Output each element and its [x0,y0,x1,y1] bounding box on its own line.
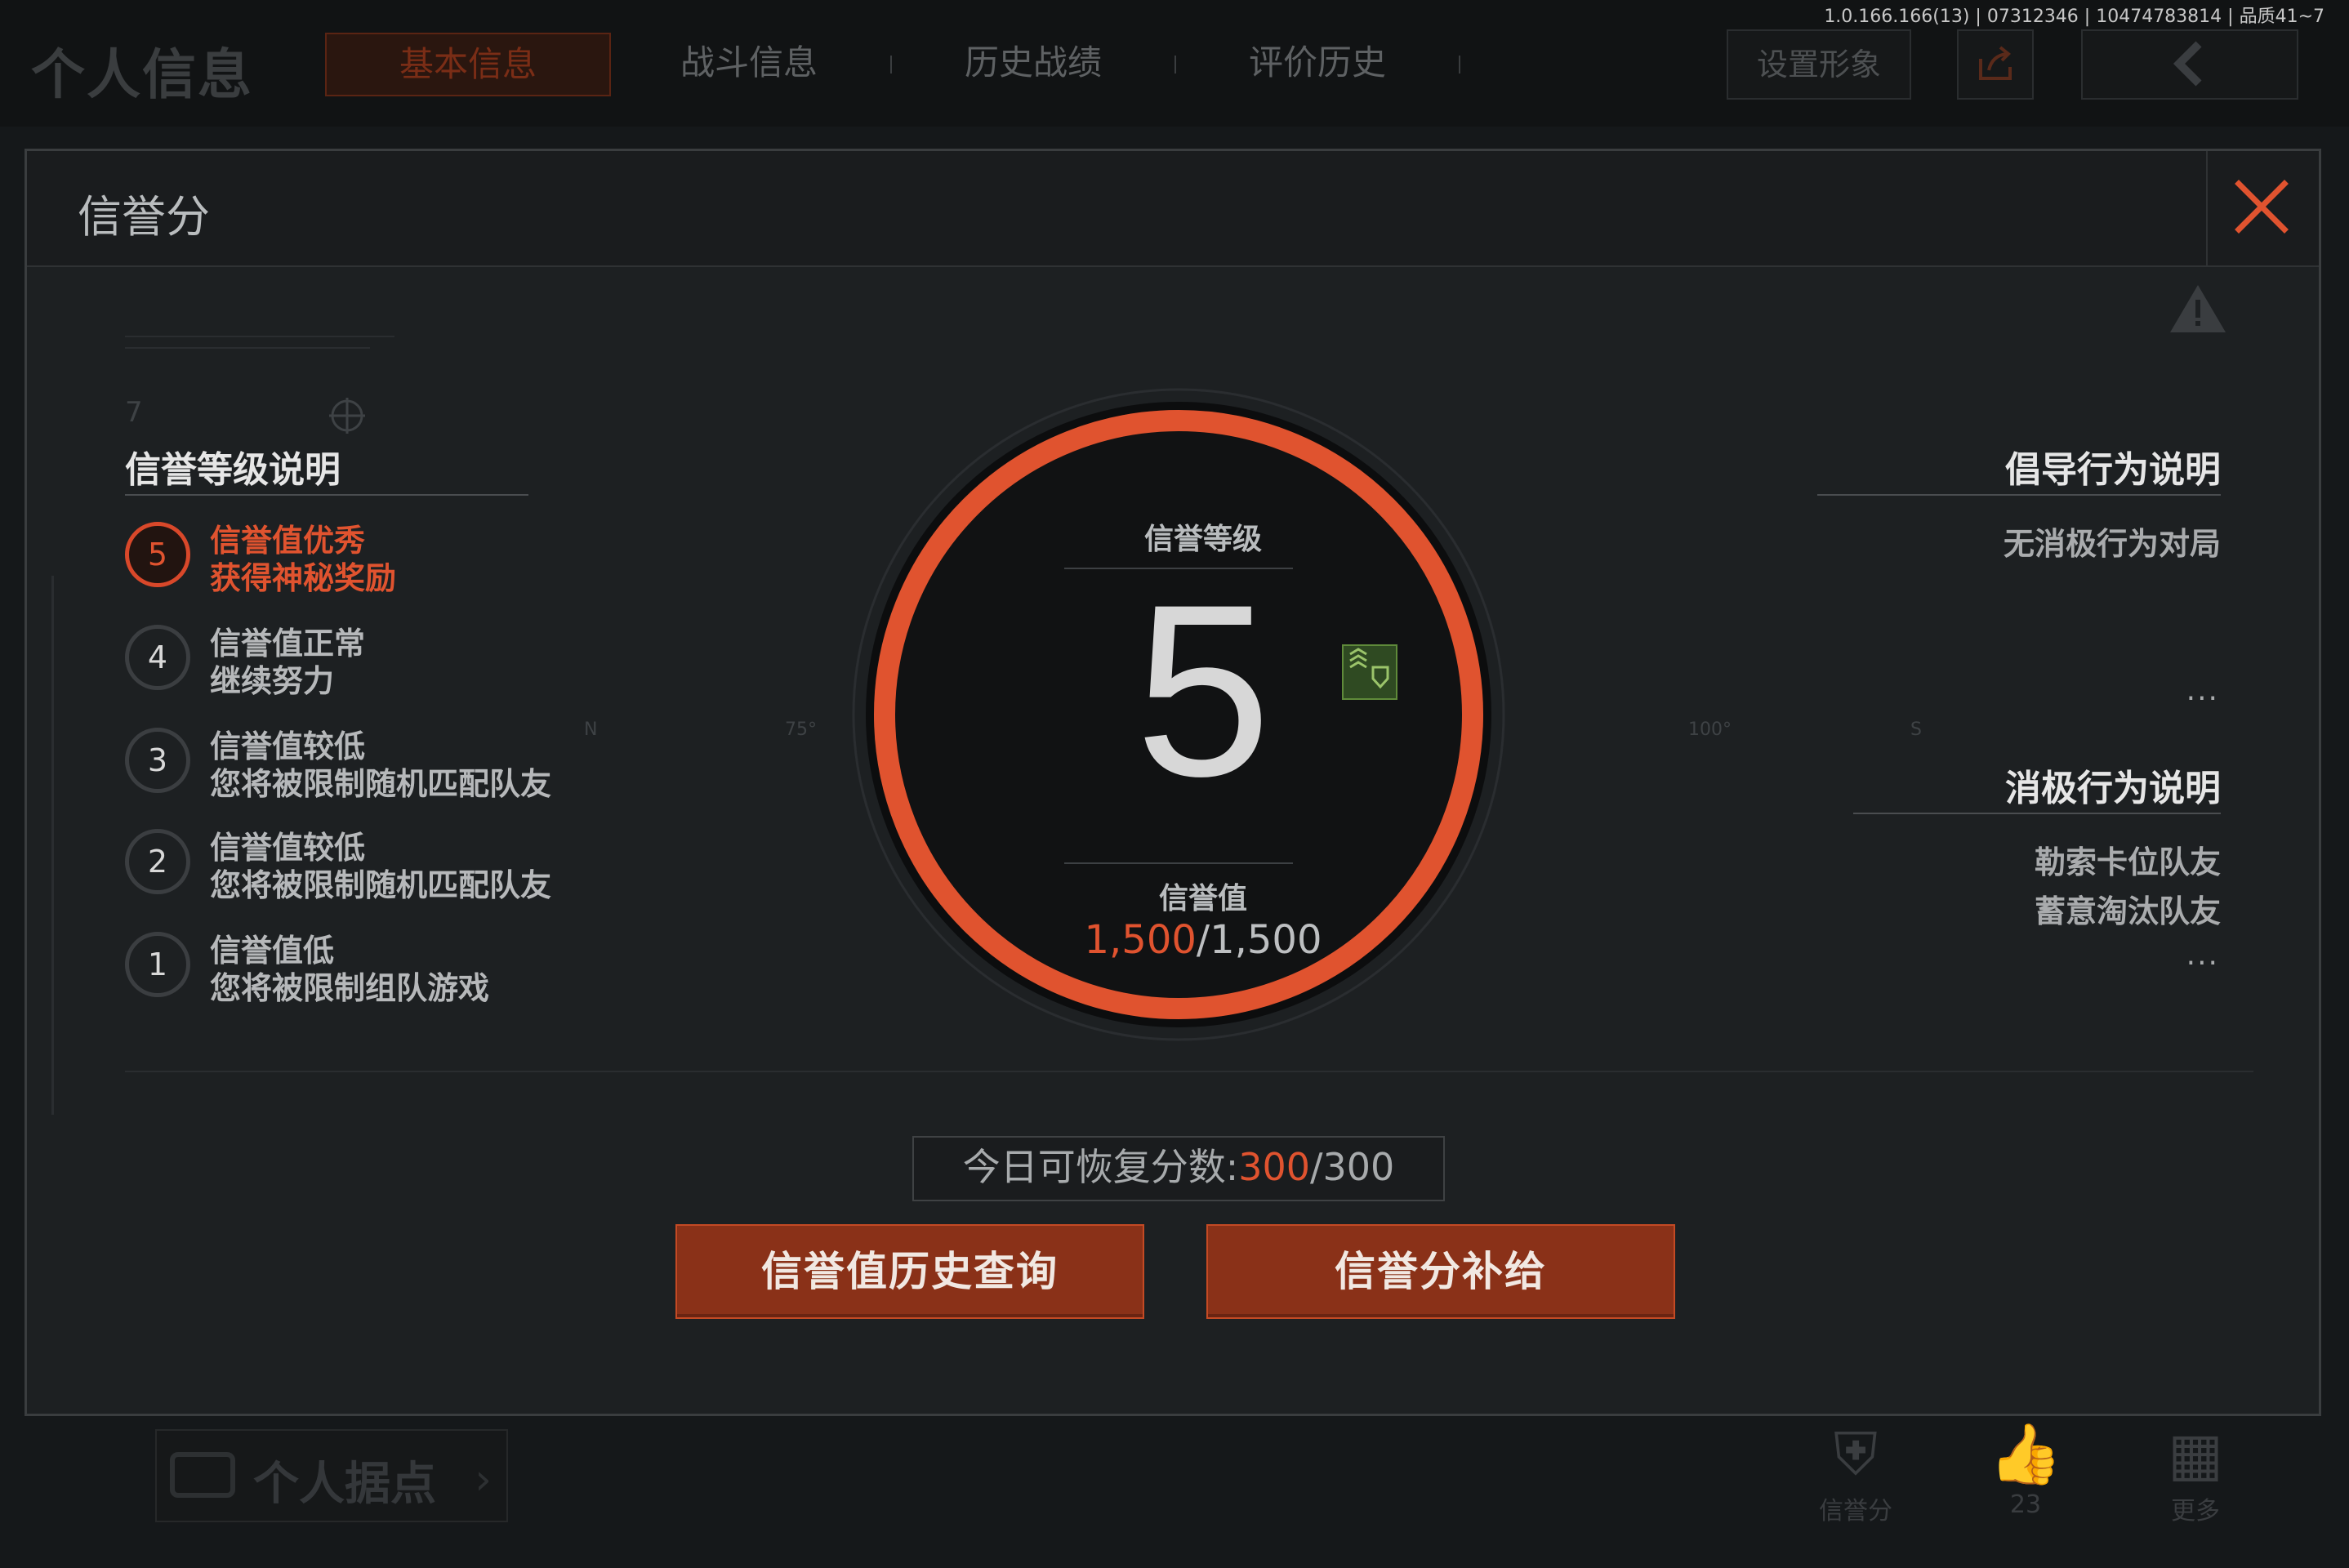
nav-reputation-label: 信誉分 [1819,1497,1892,1526]
share-button[interactable] [1957,29,2034,100]
today-max: /300 [1310,1145,1395,1189]
value-max: /1,500 [1196,917,1322,963]
tab-history-record[interactable]: 历史战绩 [892,33,1174,93]
value-label: 信誉值 [1158,882,1247,915]
today-current: 300 [1238,1145,1310,1189]
shield-star-icon: ⛨ [1833,1419,1878,1488]
nav-more[interactable]: ▦ 更多 [2138,1417,2253,1526]
tab-review-history[interactable]: 评价历史 [1176,33,1459,93]
today-label: 今日可恢复分数: [962,1145,1239,1189]
nav-reputation[interactable]: ⛨ 信誉分 [1799,1417,1913,1526]
reputation-supplement-button[interactable]: 信誉分补给 [1206,1224,1675,1319]
rank-badge-icon [1342,644,1397,700]
grid-more-icon: ▦ [2167,1419,2224,1488]
base-icon [170,1452,235,1498]
history-query-button[interactable]: 信誉值历史查询 [675,1224,1144,1319]
tab-divider [1459,56,1460,74]
personal-base-label: 个人据点 [253,1458,436,1511]
nav-more-label: 更多 [2171,1497,2220,1526]
nav-likes-count: 23 [2009,1490,2042,1519]
level-label: 信誉等级 [1143,523,1262,556]
personal-base-button[interactable]: 个人据点 › [155,1429,508,1522]
version-text: 1.0.166.166(13) | 07312346 | 10474783814… [1824,7,2324,27]
nav-likes[interactable]: 👍 23 [1968,1417,2083,1519]
share-icon [1979,46,2012,80]
tab-basic-info[interactable]: 基本信息 [325,33,611,96]
chevron-left-icon [2173,41,2202,87]
thumbs-up-icon: 👍 [1989,1419,2062,1488]
rank-chevron-icon [1349,648,1389,689]
page-title: 个人信息 [31,43,253,106]
value-current: 1,500 [1084,917,1197,963]
tab-battle-info[interactable]: 战斗信息 [608,33,890,93]
reputation-level: 5 [1134,553,1272,827]
reputation-value: 1,500/1,500 [999,917,1407,963]
chevron-right-icon: › [475,1455,492,1504]
set-appearance-button[interactable]: 设置形象 [1727,29,1911,100]
back-button[interactable] [2081,29,2298,100]
reputation-dialog: 信誉分 7 N 75° 100° S 信誉等级说明 5 信誉值优秀 获得神秘奖励… [25,149,2321,1416]
today-recoverable: 今日可恢复分数:300/300 [912,1136,1445,1201]
